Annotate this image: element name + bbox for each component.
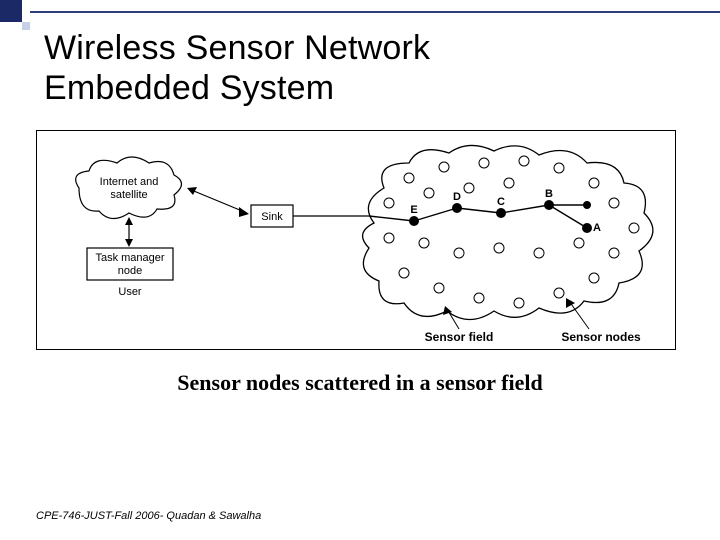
annot-label-nodes: Sensor nodes (561, 330, 641, 344)
arrow-up-icon (125, 217, 133, 225)
arrow-right-icon (239, 207, 249, 217)
page-title: Wireless Sensor Network Embedded System (44, 28, 684, 108)
internet-label-line2: satellite (110, 189, 147, 201)
arrow-cloud-sink (189, 189, 247, 213)
figure-frame: Internet and satellite Task manager node… (36, 130, 676, 350)
diagram-svg: Internet and satellite Task manager node… (39, 133, 673, 347)
corner-accent-icon (22, 22, 30, 30)
user-label: User (118, 286, 142, 298)
node-label-a: A (593, 222, 601, 234)
node-label-d: D (453, 191, 461, 203)
arrow-left-icon (187, 187, 197, 195)
slide: Wireless Sensor Network Embedded System … (0, 0, 720, 540)
sink-label: Sink (261, 211, 283, 223)
node-label-b: B (545, 188, 553, 200)
title-line-1: Wireless Sensor Network (44, 29, 430, 67)
wsn-diagram: Internet and satellite Task manager node… (39, 133, 673, 347)
arrow-down-icon (125, 239, 133, 247)
task-label-line2: node (118, 265, 142, 277)
corner-square-icon (0, 0, 22, 22)
node-label-e: E (410, 204, 417, 216)
internet-label-line1: Internet and (100, 176, 159, 188)
figure-caption: Sensor nodes scattered in a sensor field (36, 370, 684, 396)
node-label-c: C (497, 196, 505, 208)
title-line-2: Embedded System (44, 69, 334, 107)
slide-footer: CPE-746-JUST-Fall 2006- Quadan & Sawalha (36, 510, 261, 522)
top-rule (30, 11, 720, 13)
task-label-line1: Task manager (95, 252, 164, 264)
annot-label-field: Sensor field (425, 330, 494, 344)
sensor-field-cloud (363, 146, 653, 320)
